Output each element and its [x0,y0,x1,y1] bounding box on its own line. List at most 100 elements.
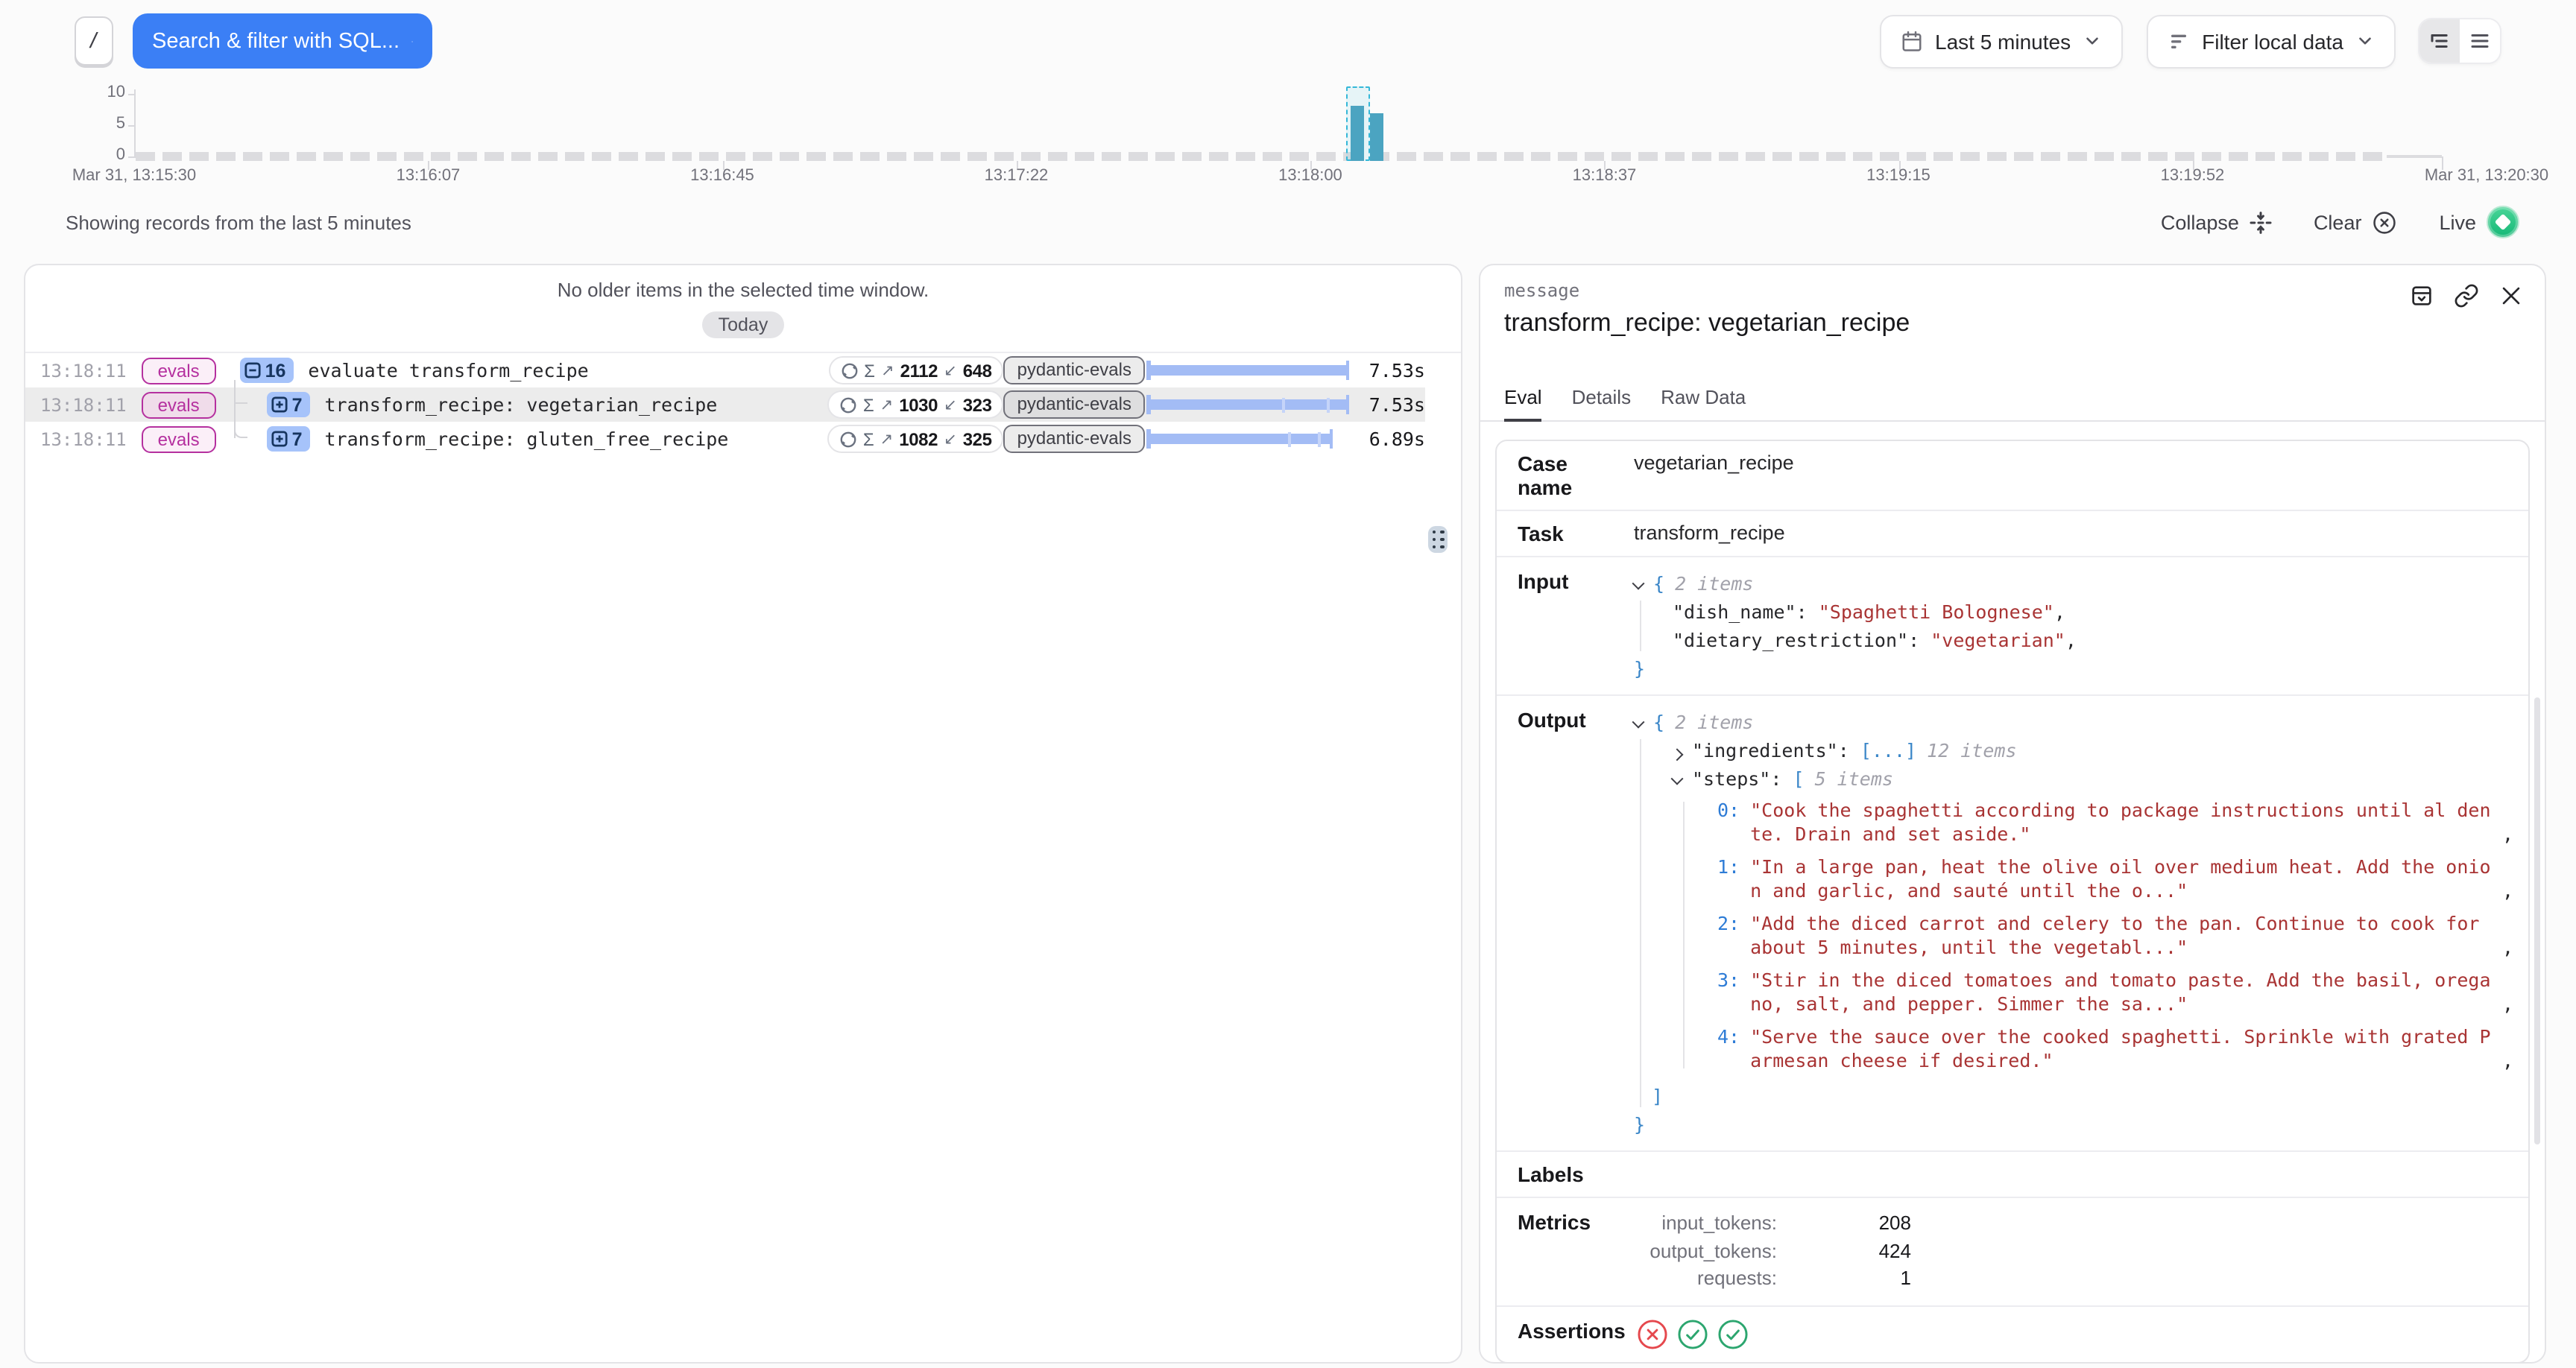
chevron-down-icon [2355,31,2375,51]
detail-panel: message transform_recipe: vegetarian_rec… [1479,264,2546,1364]
x-axis-tick: Mar 31, 13:20:30 [2382,167,2576,185]
tokens-down-icon: ↙ [944,430,957,448]
date-chip[interactable]: Today [702,311,785,338]
case-name-label: Case name [1497,441,1622,510]
token-usage-pill: Σ↗2112↙648 [828,356,1003,384]
showing-records-text: Showing records from the last 5 minutes [66,211,411,233]
span-name: transform_recipe: gluten_free_recipe [325,428,729,450]
chevron-down-icon [2083,31,2102,51]
y-axis-tick: 10 [60,83,125,101]
close-icon[interactable] [2498,283,2524,308]
assertion-pass-icon[interactable] [1718,1318,1749,1349]
filter-icon [2168,30,2190,52]
status-bar: Showing records from the last 5 minutes … [0,189,2576,255]
chevron-down-icon[interactable] [1671,773,1684,785]
search-button-label: Search & filter with SQL... [152,29,400,53]
row-timestamp: 13:18:11 [40,428,127,449]
x-axis-tick: 13:16:45 [618,167,827,185]
duration-text: 6.89s [1357,428,1425,450]
time-range-button[interactable]: Last 5 minutes [1880,14,2123,68]
y-axis-tick: 5 [60,115,125,133]
scope-badge: evals [142,357,216,384]
step-item: 1:"In a large pan, heat the olive oil ov… [1717,855,2516,902]
chevron-down-icon[interactable] [1632,577,1645,590]
token-usage-pill: Σ↗1030↙323 [827,390,1004,419]
metric-row: output_tokens:424 [1634,1238,2516,1265]
span-name: transform_recipe: vegetarian_recipe [325,393,718,416]
search-icon [411,29,413,53]
service-tag: pydantic-evals [1004,390,1145,419]
list-view-button[interactable] [2460,19,2500,63]
chevron-down-icon[interactable] [1632,716,1645,729]
tree-view-button[interactable] [2419,19,2460,63]
coin-icon [840,361,858,379]
tokens-down-icon: ↙ [944,396,957,414]
collapse-vertical-icon [2250,211,2272,233]
x-axis-tick: 13:19:52 [2089,167,2297,185]
slash-shortcut-key[interactable]: / [75,16,113,66]
metrics-label: Metrics [1497,1198,1622,1305]
coin-icon [839,430,857,448]
step-item: 2:"Add the diced carrot and celery to th… [1717,912,2516,958]
labels-label: Labels [1497,1152,1622,1197]
service-tag: pydantic-evals [1004,356,1145,384]
view-mode-toggle [2418,18,2501,64]
detail-scrollbar[interactable] [2534,697,2540,1144]
x-circle-icon [2372,209,2397,235]
tab-raw-data[interactable]: Raw Data [1661,386,1746,420]
duration-text: 7.53s [1357,393,1425,416]
search-button[interactable]: Search & filter with SQL... [133,13,432,69]
filter-label: Filter local data [2202,29,2343,53]
expand-children-toggle[interactable]: 7 [267,392,310,417]
step-item: 0:"Cook the spaghetti according to packa… [1717,799,2516,845]
records-list-panel: No older items in the selected time wind… [24,264,1462,1364]
span-name: evaluate transform_recipe [308,359,588,381]
collapse-children-toggle[interactable]: 16 [240,358,294,383]
tab-details[interactable]: Details [1572,386,1632,420]
collapse-label: Collapse [2161,211,2239,233]
time-range-label: Last 5 minutes [1935,29,2071,53]
task-label: Task [1497,511,1622,556]
clear-button[interactable]: Clear [2314,209,2398,235]
y-axis-tick: 0 [60,146,125,164]
input-json-viewer[interactable]: {2 items"dish_name": "Spaghetti Bolognes… [1634,569,2516,683]
tokens-up-icon: ↗ [880,396,894,414]
logfire-live-view: / Search & filter with SQL... Last 5 min… [0,0,2576,1368]
row-timestamp: 13:18:11 [40,360,127,381]
chevron-right-icon[interactable] [1671,748,1684,761]
assertions-label: Assertions [1497,1306,1626,1361]
metric-row: input_tokens:208 [1634,1210,2516,1238]
duration-bar [1145,422,1357,456]
calendar-icon [1901,30,1923,52]
live-toggle-button[interactable]: Live [2439,206,2519,238]
histogram-bar[interactable] [1351,106,1364,161]
assertion-fail-icon[interactable] [1638,1318,1669,1349]
x-axis-tick: 13:19:15 [1794,167,2003,185]
sigma-icon: Σ [863,428,874,449]
tab-eval[interactable]: Eval [1504,386,1542,422]
output-json-viewer[interactable]: {2 items"ingredients": [...]12 items"ste… [1634,708,2516,1139]
clear-label: Clear [2314,211,2362,233]
service-tag: pydantic-evals [1004,425,1145,453]
collapse-button[interactable]: Collapse [2161,211,2272,233]
x-axis-tick: 13:18:37 [1500,167,1709,185]
token-usage-pill: Σ↗1082↙325 [827,425,1004,453]
duration-bar [1145,353,1357,387]
panel-resize-handle[interactable] [1428,526,1448,553]
live-indicator-icon [2487,206,2519,238]
x-axis-tick: Mar 31, 13:15:30 [30,167,239,185]
x-axis-tick: 13:16:07 [324,167,533,185]
metric-row: requests:1 [1634,1265,2516,1293]
tree-view-icon [2428,30,2451,52]
assertion-pass-icon[interactable] [1678,1318,1709,1349]
timeline-chart[interactable]: 10 5 0 Mar 31, 13:15:30 13:16:07 13:16:45 13:1… [0,82,2576,189]
copy-link-icon[interactable] [2454,283,2479,308]
output-label: Output [1497,696,1622,1150]
record-kind-label: message [1504,280,2521,301]
save-view-icon[interactable] [2409,283,2434,308]
top-bar: / Search & filter with SQL... Last 5 min… [0,0,2576,82]
x-axis-tick: 13:18:00 [1206,167,1415,185]
filter-local-data-button[interactable]: Filter local data [2147,14,2396,68]
histogram-bar[interactable] [1369,113,1383,161]
expand-children-toggle[interactable]: 7 [267,426,310,452]
